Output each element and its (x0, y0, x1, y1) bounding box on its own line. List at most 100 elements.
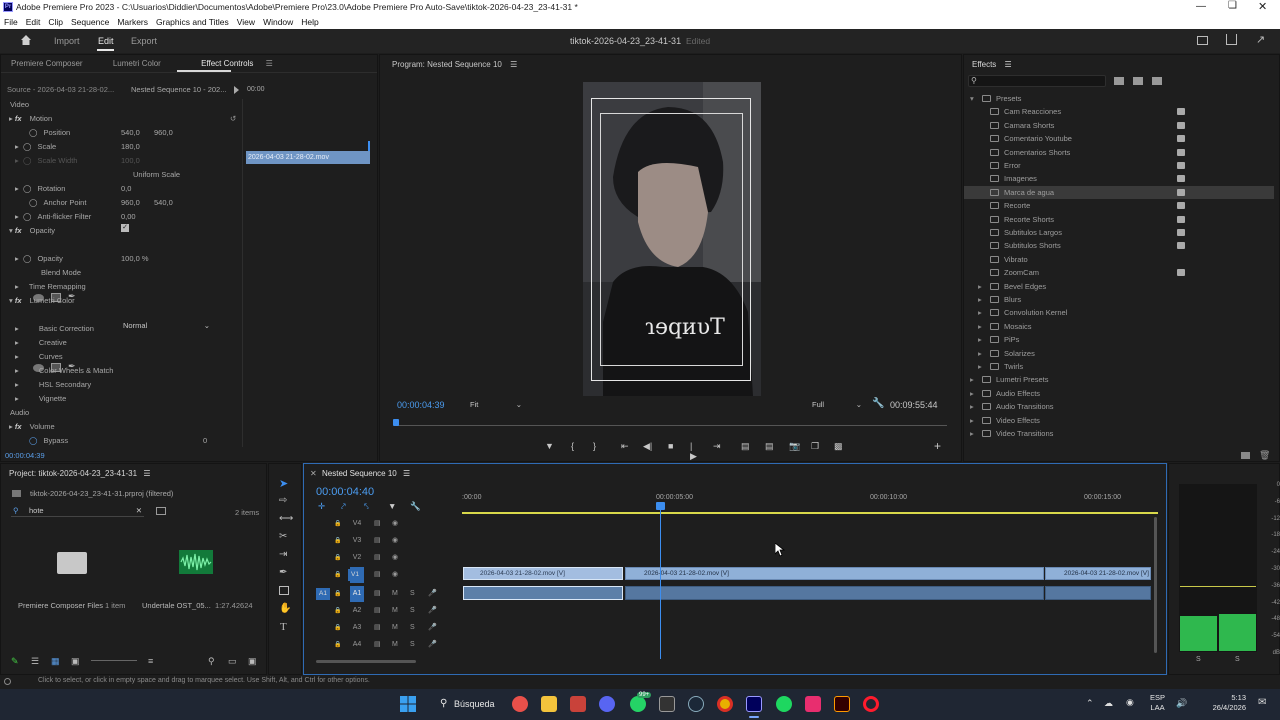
preset-item[interactable]: Recorte (964, 199, 1274, 212)
lock-track-icon[interactable]: 🔒 (334, 637, 341, 653)
lock-track-icon[interactable]: 🔒 (334, 603, 341, 619)
track-name[interactable]: V3 (350, 533, 364, 549)
hand-tool-icon[interactable]: ✋ (279, 603, 291, 614)
icon-view-icon[interactable]: ▦ (51, 656, 60, 667)
preset-folder[interactable]: ▸ Solarizes (964, 347, 1274, 360)
premiere-taskbar-icon[interactable] (746, 696, 762, 712)
tab-import[interactable]: Import (54, 36, 80, 46)
rectangle-tool-icon[interactable] (279, 586, 289, 595)
expand-icon[interactable]: ▾ (9, 226, 13, 235)
go-to-in-icon[interactable]: ⇤ (621, 441, 629, 452)
preset-item[interactable]: Imagenes (964, 172, 1274, 185)
sync-lock-icon[interactable]: ▤ (374, 567, 381, 583)
taskbar-search[interactable]: ⚲ Búsqueda (434, 694, 502, 714)
chevron-right-icon[interactable]: ▸ (970, 387, 974, 400)
preset-folder[interactable]: ▸ Bevel Edges (964, 280, 1274, 293)
program-timecode[interactable]: 00:00:04:39 (397, 400, 445, 410)
track-header-a4[interactable]: 🔒 A4 ▤ M S 🎤 (310, 637, 460, 653)
tab-edit[interactable]: Edit (98, 36, 114, 46)
folder-item[interactable] (57, 552, 87, 574)
clip-a1-2[interactable] (625, 586, 1044, 600)
tab-effect-controls[interactable]: Effect Controls (173, 59, 263, 68)
tab-lumetri-color[interactable]: Lumetri Color (95, 59, 171, 68)
settings-wrench-icon[interactable]: 🔧 (872, 398, 884, 409)
lock-track-icon[interactable]: 🔒 (334, 533, 341, 549)
time-remap-row[interactable]: ▸ Time Remapping (15, 280, 86, 294)
illustrator-icon[interactable] (834, 696, 850, 712)
preset-item[interactable]: ZoomCam (964, 266, 1274, 279)
menu-file[interactable]: File (0, 15, 22, 29)
preset-item[interactable]: Comentarios Shorts (964, 146, 1274, 159)
notification-icon[interactable]: ✉ (1258, 697, 1266, 708)
antiflicker-value[interactable]: 0,00 (121, 210, 136, 224)
chevron-right-icon[interactable]: ▸ (978, 293, 982, 306)
solo-button[interactable]: S (410, 603, 415, 619)
source-patch-a1[interactable]: A1 (316, 588, 330, 600)
lock-track-icon[interactable]: 🔒 (334, 620, 341, 636)
search-icon[interactable]: ⚲ (208, 656, 215, 667)
lock-track-icon[interactable]: 🔒 (334, 586, 341, 602)
clip-v1-2[interactable]: 2026-04-03 21-28-02.mov [V] (625, 567, 1044, 580)
audio-item[interactable] (179, 550, 213, 574)
track-name[interactable]: A2 (350, 603, 364, 619)
sync-lock-icon[interactable]: ▤ (374, 603, 381, 619)
uniform-scale-checkbox[interactable]: ✓ (121, 224, 129, 232)
mute-button[interactable]: M (392, 586, 398, 602)
new-bin-icon[interactable]: ▭ (228, 656, 237, 667)
stopwatch-icon[interactable]: ◯ (29, 198, 37, 207)
network-icon[interactable]: ◉ (1126, 697, 1134, 708)
horizontal-scrollbar[interactable] (316, 660, 416, 663)
effects-folder[interactable]: ▸ Lumetri Presets (964, 373, 1274, 386)
pencil-icon[interactable]: ✎ (11, 656, 19, 667)
tray-chevron-icon[interactable]: ⌃ (1086, 698, 1094, 709)
effects-folder[interactable]: ▸ Video Transitions (964, 427, 1274, 440)
blend-mode-dropdown[interactable]: Normal ⌄ (123, 320, 213, 331)
solo-right-button[interactable]: S (1235, 656, 1240, 663)
preset-folder[interactable]: ▸ Blurs (964, 293, 1274, 306)
preset-folder[interactable]: ▸ Mosaics (964, 320, 1274, 333)
preset-item[interactable]: Vibrato (964, 253, 1274, 266)
effects-folder[interactable]: ▸ Audio Effects (964, 387, 1274, 400)
panel-menu-icon[interactable]: ☰ (504, 60, 517, 69)
menu-clip[interactable]: Clip (44, 15, 67, 29)
track-header-v3[interactable]: 🔒 V3 ▤ ◉ (310, 533, 460, 549)
lumetri-item-curves[interactable]: ▸ Curves (15, 350, 63, 364)
panel-menu-icon[interactable]: ☰ (266, 59, 273, 68)
volume-icon[interactable]: 🔊 (1176, 698, 1187, 709)
solo-button[interactable]: S (410, 637, 415, 653)
chevron-right-icon[interactable]: ▸ (978, 280, 982, 293)
track-name[interactable]: V4 (350, 516, 364, 532)
track-header-v1[interactable]: 🔒 V1 ▤ ◉ (310, 567, 460, 583)
program-scrubber[interactable] (395, 425, 947, 426)
clock[interactable]: 5:13 26/4/2026 (1208, 693, 1246, 713)
clip-v1-3[interactable]: 2026-04-03 21-28-02.mov [V] (1045, 567, 1151, 580)
close-button[interactable]: ✕ (1258, 0, 1267, 13)
rotation-value[interactable]: 0,0 (121, 182, 131, 196)
chrome-icon[interactable] (717, 696, 733, 712)
preset-folder[interactable]: ▸ PiPs (964, 333, 1274, 346)
effects-folder[interactable]: ▸ Video Effects (964, 414, 1274, 427)
mark-in-icon[interactable]: { (571, 441, 574, 451)
panel-menu-icon[interactable]: ☰ (999, 60, 1012, 69)
lumetri-effect[interactable]: ▾ fx Lumetri Color (9, 294, 75, 308)
stopwatch-icon[interactable]: ◯ (23, 254, 31, 263)
position-x-value[interactable]: 540,0 (121, 126, 140, 140)
slip-tool-icon[interactable]: ⇥ (279, 549, 287, 560)
microphone-icon[interactable]: 🎤 (428, 637, 437, 653)
microphone-icon[interactable]: 🎤 (428, 586, 437, 602)
anchor-x-value[interactable]: 960,0 (121, 196, 140, 210)
track-header-v4[interactable]: 🔒 V4 ▤ ◉ (310, 516, 460, 532)
expand-icon[interactable]: ▸ (15, 142, 19, 151)
delete-icon[interactable]: 🗑 (1259, 450, 1270, 461)
vertical-scrollbar[interactable] (1154, 517, 1157, 653)
windows-start-icon[interactable] (400, 696, 416, 712)
preset-item[interactable]: Error (964, 159, 1274, 172)
add-button-icon[interactable]: + (934, 439, 941, 453)
mute-button[interactable]: M (392, 603, 398, 619)
clip-v1-1[interactable]: 2026-04-03 21-28-02.mov [V] (463, 567, 623, 580)
program-playhead[interactable] (393, 419, 399, 426)
add-marker-icon[interactable]: ▼ (545, 441, 554, 451)
volume-effect[interactable]: ▸ fx Volume (9, 420, 55, 434)
motion-effect[interactable]: ▸ fx Motion (9, 112, 52, 126)
menu-markers[interactable]: Markers (113, 15, 152, 29)
